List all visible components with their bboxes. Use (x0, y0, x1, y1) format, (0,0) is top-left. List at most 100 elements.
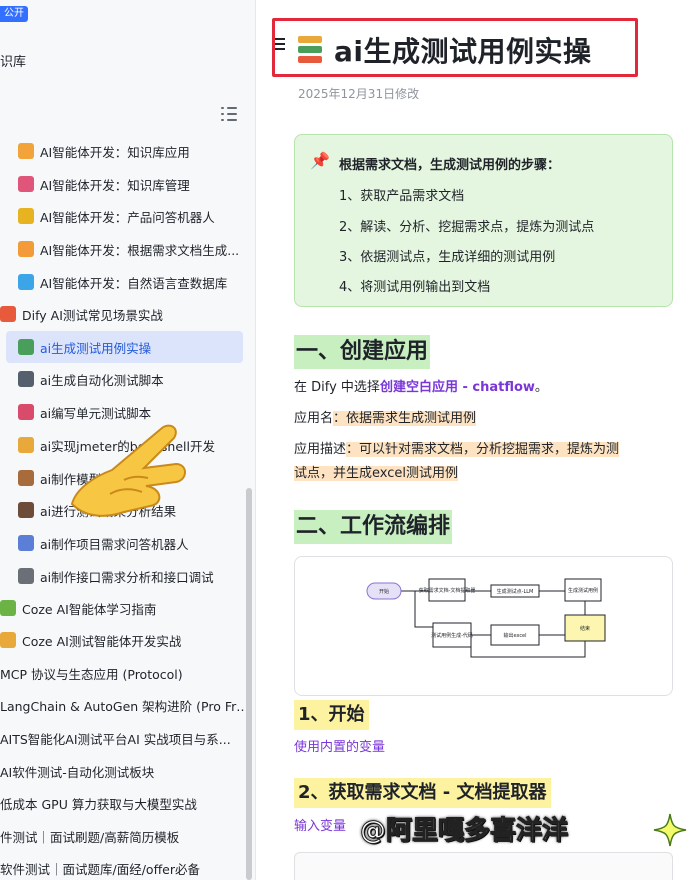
sidebar-nav-label: AI智能体开发：知识库应用 (40, 144, 190, 160)
sidebar-nav-label: Coze AI测试智能体开发实战 (22, 633, 182, 649)
screen-icon (18, 274, 34, 290)
create-app-paragraph: 在 Dify 中选择创建空白应用 - chatflow。 (294, 376, 548, 400)
public-badge: 公开 (0, 6, 28, 22)
sidebar: 公开 识库 AI智能体开发：知识库应用 AI智能体开发：知识库管理 AI智能体开发：… (0, 0, 256, 880)
sidebar-nav-item[interactable]: AI智能体开发：产品问答机器人 (0, 200, 250, 232)
create-blank-app-link[interactable]: 创建空白应用 - chatflow (380, 380, 535, 395)
sidebar-nav-item[interactable]: MCP 协议与生态应用 (Protocol) (0, 657, 250, 689)
step-heading-start: 1、开始 (294, 700, 369, 730)
app-name-value: ：依据需求生成测试用例 (333, 411, 477, 426)
modified-date: 2025年12月31日修改 (298, 87, 420, 101)
sidebar-nav-item[interactable]: Coze AI测试智能体开发实战 (0, 624, 250, 656)
sidebar-nav-item[interactable]: ai制作项目需求问答机器人 (0, 527, 250, 559)
step-heading-doc-extractor: 2、获取需求文档 - 文档提取器 (294, 778, 551, 808)
app-desc-value-cont: 试点，并生成excel测试用例 (294, 466, 458, 481)
sidebar-scrollbar[interactable] (246, 488, 252, 880)
workflow-node-label: 获取需求文档-文档提取器 (419, 587, 476, 594)
card-icon (18, 241, 34, 257)
section-heading-create-app: 一、创建应用 (294, 335, 431, 369)
mask-icon (18, 371, 34, 387)
app-name-paragraph: 应用名：依据需求生成测试用例 (294, 407, 477, 431)
callout-step: 1、获取产品需求文档 (339, 189, 465, 204)
sidebar-nav-item[interactable]: LangChain & AutoGen 架构进阶 (Pro Fra... (0, 689, 250, 721)
bow-icon (18, 176, 34, 192)
workflow-node-label: 开始 (379, 588, 389, 595)
sidebar-nav-item[interactable]: AI智能体开发：根据需求文档生成... (0, 233, 250, 265)
sidebar-nav-label: AI智能体开发：知识库管理 (40, 177, 190, 193)
watermark-text: @阿里嘎多喜洋洋 (359, 816, 569, 847)
sidebar-nav-item[interactable]: AITS智能化AI测试平台AI 实战项目与系... (0, 722, 250, 754)
workflow-node-label: 输出excel (503, 632, 526, 639)
person-icon (18, 470, 34, 486)
app-name-label: 应用名 (294, 411, 334, 426)
sidebar-nav-item[interactable]: 件测试｜面试刷题/高薪简历模板 (0, 820, 250, 852)
sidebar-nav-label: 低成本 GPU 算力获取与大模型实战 (0, 796, 197, 812)
sidebar-nav-label: AITS智能化AI测试平台AI 实战项目与系... (0, 731, 231, 747)
sidebar-nav-item[interactable]: 低成本 GPU 算力获取与大模型实战 (0, 787, 250, 819)
create-app-prefix: 在 Dify 中选择 (294, 380, 380, 395)
sidebar-nav-item[interactable]: AI智能体开发：知识库应用 (0, 135, 250, 167)
books-icon (18, 339, 34, 355)
sidebar-nav-item[interactable]: ai生成测试用例实操 (6, 331, 243, 363)
workflow-node-label: 结束 (580, 625, 590, 632)
fruit-icon (18, 208, 34, 224)
callout-step: 4、将测试用例输出到文档 (339, 280, 491, 295)
callout-block: 📌 根据需求文档，生成测试用例的步骤： 1、获取产品需求文档 2、解读、分析、挖… (294, 134, 673, 307)
document-body: 2025年12月31日修改 📌 根据需求文档，生成测试用例的步骤： 1、获取产品… (257, 0, 696, 880)
hat-icon (0, 632, 16, 648)
section-heading-workflow: 二、工作流编排 (294, 510, 453, 544)
turtle-icon (0, 600, 16, 616)
sparkle-icon (653, 813, 687, 847)
gear-icon (18, 502, 34, 518)
sidebar-nav-label: Coze AI智能体学习指南 (22, 601, 157, 617)
sidebar-nav-label: AI智能体开发：自然语言查数据库 (40, 275, 228, 291)
outline-list-icon[interactable] (221, 107, 237, 121)
knowledge-base-name[interactable]: 识库 (0, 51, 26, 70)
workflow-diagram-image[interactable]: 开始 获取需求文档-文档提取器 生成测试点-LLM 生成测试用例 测试用例生成-… (294, 556, 673, 696)
sidebar-nav-label: MCP 协议与生态应用 (Protocol) (0, 666, 183, 682)
chart-icon (18, 535, 34, 551)
sidebar-nav-label: LangChain & AutoGen 架构进阶 (Pro Fra... (0, 698, 250, 714)
sidebar-nav-label: ai制作接口需求分析和接口调试 (40, 569, 214, 585)
pushpin-icon: 📌 (310, 151, 330, 170)
sidebar-nav-label: ai生成自动化测试脚本 (40, 372, 164, 388)
pointing-hand-sticker (70, 424, 186, 517)
sidebar-nav-label: ai生成测试用例实操 (40, 340, 152, 356)
sidebar-nav-item[interactable]: AI软件测试-自动化测试板块 (0, 755, 250, 787)
sidebar-nav-label: 件测试｜面试刷题/高薪简历模板 (0, 829, 180, 845)
create-app-suffix: 。 (534, 380, 548, 395)
workflow-node-label: 生成测试用例 (568, 587, 598, 594)
app-desc-paragraph-cont: 试点，并生成excel测试用例 (294, 462, 458, 486)
callout-step: 2、解读、分析、挖掘需求点，提炼为测试点 (339, 220, 595, 235)
screenshot-image[interactable] (294, 852, 673, 880)
gift-icon (18, 143, 34, 159)
sidebar-nav-label: 软件测试｜面试题库/面经/offer必备 (0, 861, 201, 877)
callout-step: 3、依据测试点，生成详细的测试用例 (339, 250, 556, 265)
tomato-icon (0, 306, 16, 322)
palette-icon (18, 437, 34, 453)
shirt-icon (18, 404, 34, 420)
sidebar-nav-label: Dify AI测试常见场景实战 (22, 307, 163, 323)
sidebar-nav-label: AI智能体开发：产品问答机器人 (40, 209, 215, 225)
sidebar-nav-item[interactable]: AI智能体开发：知识库管理 (0, 168, 250, 200)
app-desc-paragraph: 应用描述：可以针对需求文档，分析挖掘需求，提炼为测 (294, 438, 620, 462)
sidebar-nav-item[interactable]: ai生成自动化测试脚本 (0, 363, 250, 395)
app-desc-label: 应用描述 (294, 442, 347, 457)
step-start-text: 使用内置的变量 (294, 740, 386, 755)
sidebar-nav-item[interactable]: Coze AI智能体学习指南 (0, 592, 250, 624)
step-doc-extractor-text: 输入变量 (294, 819, 347, 834)
app-desc-value: ：可以针对需求文档，分析挖掘需求，提炼为测 (346, 442, 620, 457)
callout-title: 根据需求文档，生成测试用例的步骤： (339, 158, 561, 173)
sidebar-nav-label: AI软件测试-自动化测试板块 (0, 764, 155, 780)
sidebar-nav-item[interactable]: ai制作接口需求分析和接口调试 (0, 560, 250, 592)
sidebar-nav-item[interactable]: 软件测试｜面试题库/面经/offer必备 (0, 852, 250, 880)
app-root: 公开 识库 AI智能体开发：知识库应用 AI智能体开发：知识库管理 AI智能体开发：… (0, 0, 696, 880)
sidebar-nav-label: AI智能体开发：根据需求文档生成... (40, 242, 240, 258)
sidebar-nav-item[interactable]: Dify AI测试常见场景实战 (0, 298, 250, 330)
sidebar-nav-label: ai制作项目需求问答机器人 (40, 536, 189, 552)
sidebar-nav-item[interactable]: AI智能体开发：自然语言查数据库 (0, 266, 250, 298)
workflow-diagram: 开始 获取需求文档-文档提取器 生成测试点-LLM 生成测试用例 测试用例生成-… (366, 578, 606, 658)
workflow-node-label: 测试用例生成-代码 (431, 632, 473, 639)
workflow-node-label: 生成测试点-LLM (497, 588, 534, 595)
house-icon (18, 568, 34, 584)
